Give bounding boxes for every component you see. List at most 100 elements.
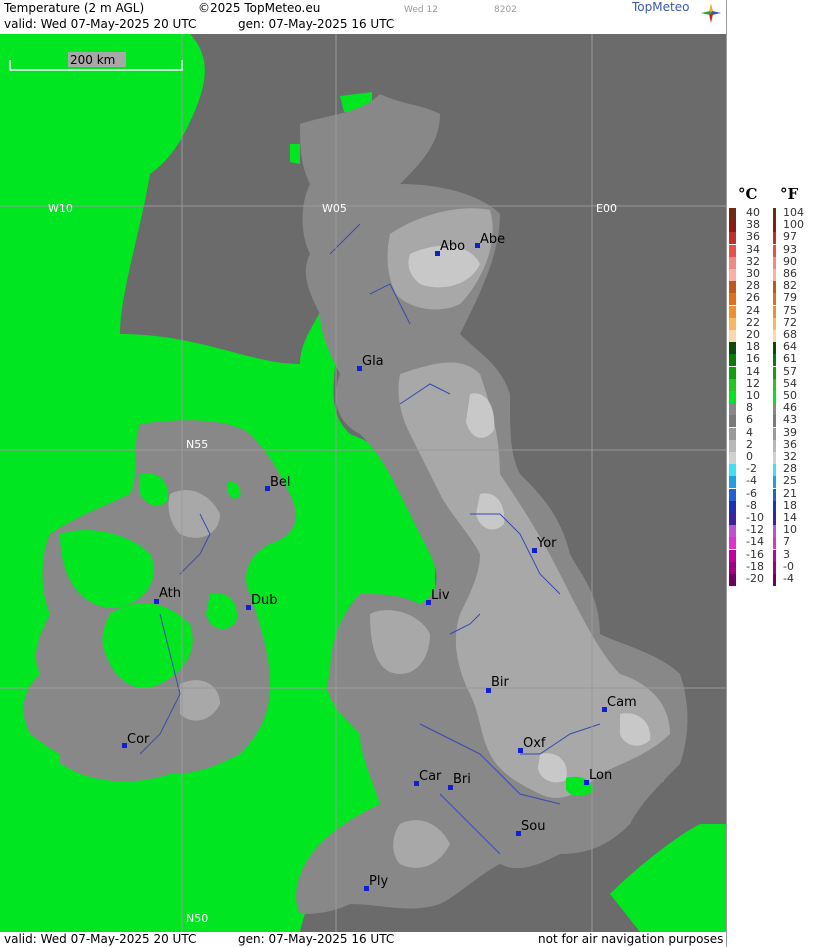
- legend-label-f: 46: [783, 401, 797, 415]
- legend-label-f: 54: [783, 376, 797, 390]
- legend-swatch-c: [729, 244, 736, 257]
- legend-swatch-f: [773, 232, 776, 245]
- city-dub[interactable]: Dub: [246, 593, 278, 610]
- temperature-map[interactable]: W10 W05 E00 N55 N50 200 km Abo Abe Gla B…: [0, 34, 726, 932]
- city-car[interactable]: Car: [414, 769, 442, 786]
- legend-swatch-c: [729, 269, 736, 281]
- legend-label-c: -6: [746, 486, 757, 500]
- city-cor[interactable]: Cor: [122, 732, 150, 748]
- legend-swatch-c: [729, 574, 736, 586]
- copyright: ©2025 TopMeteo.eu: [198, 1, 321, 15]
- legend-label-c: -12: [746, 523, 764, 537]
- legend-label-c: 10: [746, 389, 760, 402]
- legend-swatch-c: [729, 537, 736, 550]
- legend-swatch-c: [729, 476, 736, 489]
- legend-label-f: 10: [783, 523, 797, 537]
- city-label-gla: Gla: [362, 354, 384, 369]
- legend-swatch-f: [773, 488, 776, 501]
- legend-unit-celsius: °C: [738, 185, 758, 203]
- city-label-ath: Ath: [159, 586, 181, 601]
- map-title: Temperature (2 m AGL): [4, 1, 145, 15]
- legend-swatch-f: [773, 293, 776, 306]
- legend-swatch-f: [773, 244, 776, 257]
- legend-swatch-c: [729, 525, 736, 538]
- legend-swatch-c: [729, 439, 736, 452]
- legend-swatch-f: [773, 281, 776, 294]
- brand-name[interactable]: TopMeteo: [632, 0, 689, 14]
- legend-swatch-f: [773, 513, 776, 525]
- generated-time: gen: 07-May-2025 16 UTC: [238, 17, 395, 31]
- legend-label-f: 7: [783, 535, 790, 549]
- legend-label-f: 79: [783, 291, 797, 305]
- legend-label-c: -16: [746, 547, 764, 561]
- city-label-cor: Cor: [127, 732, 150, 747]
- grid-label-w05: W05: [322, 202, 347, 215]
- legend-label-c: 40: [746, 206, 760, 219]
- legend-label-f: 72: [783, 315, 797, 329]
- legend-swatch-f: [773, 330, 776, 342]
- legend-swatch-f: [773, 256, 776, 269]
- city-label-ply: Ply: [369, 874, 388, 889]
- legend-swatch-f: [773, 403, 776, 416]
- city-label-bri: Bri: [453, 772, 471, 787]
- city-cam[interactable]: Cam: [602, 695, 637, 712]
- legend-label-c: 0: [746, 450, 753, 463]
- legend-swatch-f: [773, 342, 776, 355]
- legend-label-f: 28: [783, 462, 797, 476]
- footer-notice: not for air navigation purposes: [538, 932, 724, 946]
- legend-swatch-f: [773, 452, 776, 464]
- legend-unit-fahrenheit: °F: [780, 185, 799, 203]
- grid-label-w10: W10: [48, 202, 73, 215]
- city-label-bel: Bel: [270, 475, 291, 490]
- city-oxf[interactable]: Oxf: [518, 736, 546, 753]
- city-sou[interactable]: Sou: [516, 819, 545, 836]
- temperature-legend: °C °F 40 104 38 100 36 97 34 93 32 90 30 86 28 82 26 79…: [726, 0, 816, 947]
- city-abe[interactable]: Abe: [475, 232, 505, 248]
- city-lon[interactable]: Lon: [584, 768, 612, 785]
- legend-label-c: 6: [746, 413, 753, 427]
- legend-swatch-f: [773, 439, 776, 452]
- legend-swatch-f: [773, 208, 776, 220]
- legend-swatch-f: [773, 549, 776, 562]
- legend-label-f: 100: [783, 218, 804, 232]
- map-canvas: W10 W05 E00 N55 N50 200 km Abo Abe Gla B…: [0, 34, 726, 932]
- legend-label-f: 50: [783, 389, 797, 402]
- legend-swatch-c: [729, 513, 736, 525]
- legend-label-f: 68: [783, 328, 797, 341]
- city-label-abe: Abe: [480, 232, 505, 247]
- city-label-oxf: Oxf: [523, 736, 546, 751]
- legend-label-f: 25: [783, 474, 797, 488]
- legend-label-c: 32: [746, 254, 760, 268]
- city-label-cam: Cam: [607, 695, 637, 710]
- legend-label-f: 86: [783, 267, 797, 280]
- city-label-lon: Lon: [589, 768, 612, 783]
- city-abo[interactable]: Abo: [435, 239, 465, 256]
- legend-swatch-f: [773, 220, 776, 233]
- legend-swatch-f: [773, 366, 776, 379]
- legend-swatch-c: [729, 256, 736, 269]
- city-label-yor: Yor: [536, 536, 557, 551]
- legend-label-c: 8: [746, 401, 753, 415]
- legend-swatch-f: [773, 525, 776, 538]
- legend-label-c: -4: [746, 474, 757, 488]
- legend-label-c: -18: [746, 559, 764, 573]
- legend-label-f: 21: [783, 486, 797, 500]
- legend-swatch-f: [773, 269, 776, 281]
- legend-label-c: 24: [746, 303, 760, 317]
- footer-generated-time: gen: 07-May-2025 16 UTC: [238, 932, 395, 946]
- legend-swatch-c: [729, 366, 736, 379]
- legend-swatch-c: [729, 317, 736, 330]
- legend-label-c: 34: [746, 242, 760, 256]
- legend-swatch-c: [729, 342, 736, 355]
- legend-label-c: 38: [746, 218, 760, 232]
- legend-swatch-c: [729, 330, 736, 342]
- legend-label-c: 26: [746, 291, 760, 305]
- legend-swatch-f: [773, 574, 776, 586]
- compass-logo-icon: [701, 3, 721, 23]
- header-bar: Temperature (2 m AGL) ©2025 TopMeteo.eu …: [0, 0, 726, 34]
- legend-swatch-c: [729, 415, 736, 428]
- header-line-2: valid: Wed 07-May-2025 20 UTC gen: 07-Ma…: [0, 16, 726, 32]
- legend-label-f: 97: [783, 230, 797, 244]
- grid-label-n50: N50: [186, 912, 208, 925]
- legend-label-c: 30: [746, 267, 760, 280]
